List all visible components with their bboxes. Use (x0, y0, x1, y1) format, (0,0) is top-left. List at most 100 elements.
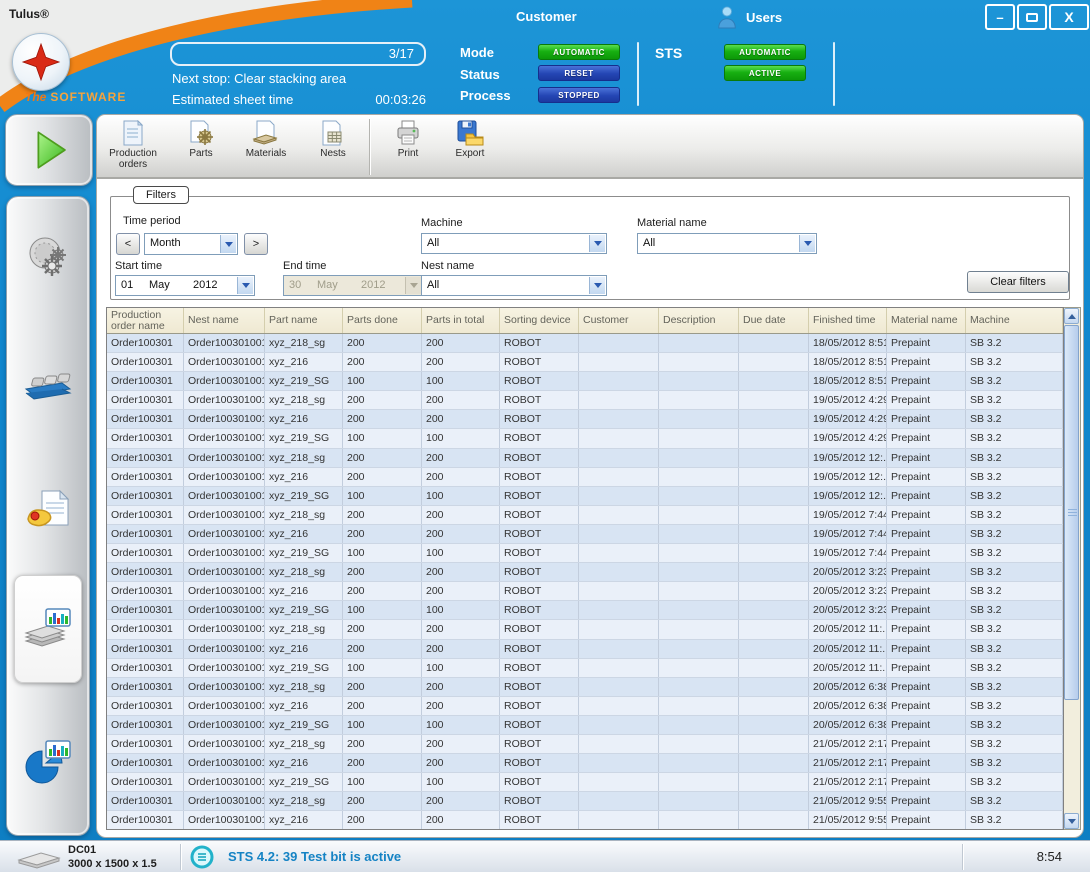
table-row[interactable]: Order100301Order100301001xyz_218_sg20020… (107, 334, 1063, 353)
table-row[interactable]: Order100301Order100301001xyz_216200200RO… (107, 410, 1063, 429)
table-row[interactable]: Order100301Order100301001xyz_216200200RO… (107, 640, 1063, 659)
table-row[interactable]: Order100301Order100301001xyz_218_sg20020… (107, 792, 1063, 811)
scroll-down-button[interactable] (1064, 813, 1079, 829)
table-row[interactable]: Order100301Order100301001xyz_218_sg20020… (107, 735, 1063, 754)
material-name-select[interactable]: All (637, 233, 817, 254)
sidebar-start-button[interactable] (5, 114, 93, 186)
table-row[interactable]: Order100301Order100301001xyz_219_SG10010… (107, 429, 1063, 448)
column-header[interactable]: Production order name (107, 308, 184, 333)
table-row[interactable]: Order100301Order100301001xyz_219_SG10010… (107, 659, 1063, 678)
table-row[interactable]: Order100301Order100301001xyz_216200200RO… (107, 582, 1063, 601)
table-cell: Order100301001 (184, 563, 265, 581)
sidebar-item-tooling[interactable] (25, 233, 71, 284)
column-header[interactable]: Material name (887, 308, 966, 333)
table-row[interactable]: Order100301Order100301001xyz_218_sg20020… (107, 449, 1063, 468)
table-cell (659, 754, 739, 772)
column-header[interactable]: Parts done (343, 308, 422, 333)
period-next-button[interactable]: > (244, 233, 268, 255)
table-cell (659, 544, 739, 562)
table-cell: xyz_218_sg (265, 678, 343, 696)
table-row[interactable]: Order100301Order100301001xyz_219_SG10010… (107, 372, 1063, 391)
table-row[interactable]: Order100301Order100301001xyz_216200200RO… (107, 811, 1063, 830)
table-row[interactable]: Order100301Order100301001xyz_219_SG10010… (107, 601, 1063, 620)
table-cell: Order100301001 (184, 754, 265, 772)
close-button[interactable]: X (1049, 4, 1089, 30)
time-period-select[interactable]: Month (144, 233, 238, 255)
table-cell: Prepaint (887, 601, 966, 619)
table-row[interactable]: Order100301Order100301001xyz_218_sg20020… (107, 506, 1063, 525)
vertical-scrollbar[interactable] (1064, 307, 1081, 830)
production-orders-icon (121, 120, 145, 146)
table-row[interactable]: Order100301Order100301001xyz_216200200RO… (107, 697, 1063, 716)
table-cell: 20/05/2012 11:... (809, 620, 887, 638)
print-button[interactable]: Print (375, 120, 441, 174)
table-row[interactable]: Order100301Order100301001xyz_219_SG10010… (107, 773, 1063, 792)
start-time-select[interactable]: 01 May 2012 (115, 275, 255, 296)
table-row[interactable]: Order100301Order100301001xyz_216200200RO… (107, 468, 1063, 487)
table-cell: Prepaint (887, 640, 966, 658)
clear-filters-button[interactable]: Clear filters (967, 271, 1069, 293)
table-row[interactable]: Order100301Order100301001xyz_216200200RO… (107, 353, 1063, 372)
table-cell: 19/05/2012 7:44 (809, 506, 887, 524)
scroll-up-button[interactable] (1064, 308, 1079, 324)
table-cell (659, 773, 739, 791)
column-header[interactable]: Part name (265, 308, 343, 333)
production-orders-button[interactable]: Production orders (100, 120, 166, 174)
maximize-button[interactable] (1017, 4, 1047, 30)
machine-select[interactable]: All (421, 233, 607, 254)
table-cell (659, 334, 739, 352)
table-cell: SB 3.2 (966, 620, 1063, 638)
column-header[interactable]: Nest name (184, 308, 265, 333)
sidebar-item-machine-table[interactable] (22, 365, 74, 406)
sidebar-item-production-reports[interactable] (14, 575, 82, 683)
column-header[interactable]: Machine (966, 308, 1063, 333)
scrollbar-thumb[interactable] (1064, 325, 1079, 700)
table-row[interactable]: Order100301Order100301001xyz_218_sg20020… (107, 678, 1063, 697)
export-button[interactable]: Export (437, 120, 503, 174)
table-row[interactable]: Order100301Order100301001xyz_219_SG10010… (107, 487, 1063, 506)
table-cell: 20/05/2012 6:38 (809, 716, 887, 734)
statusbar-separator (962, 844, 963, 870)
table-cell (739, 525, 809, 543)
table-cell (579, 640, 659, 658)
table-cell (659, 410, 739, 428)
sidebar-item-manual-sorting[interactable] (26, 489, 70, 540)
sheet-progress-bar: 3/17 (170, 42, 426, 66)
table-cell: 100 (422, 544, 500, 562)
table-cell (659, 506, 739, 524)
materials-button[interactable]: Materials (233, 120, 299, 174)
parts-button[interactable]: Parts (168, 120, 234, 174)
minimize-button[interactable]: – (985, 4, 1015, 30)
column-header[interactable]: Parts in total (422, 308, 500, 333)
nest-name-select[interactable]: All (421, 275, 607, 296)
column-header[interactable]: Customer (579, 308, 659, 333)
users-area[interactable]: Users (716, 5, 782, 29)
table-row[interactable]: Order100301Order100301001xyz_219_SG10010… (107, 544, 1063, 563)
column-header[interactable]: Due date (739, 308, 809, 333)
sidebar-item-statistics[interactable] (22, 739, 74, 792)
table-row[interactable]: Order100301Order100301001xyz_218_sg20020… (107, 563, 1063, 582)
table-cell: ROBOT (500, 391, 579, 409)
sheet-size: 3000 x 1500 x 1.5 (68, 857, 157, 871)
table-cell (579, 353, 659, 371)
nests-button[interactable]: Nests (300, 120, 366, 174)
table-row[interactable]: Order100301Order100301001xyz_216200200RO… (107, 525, 1063, 544)
table-row[interactable]: Order100301Order100301001xyz_216200200RO… (107, 754, 1063, 773)
table-cell: ROBOT (500, 449, 579, 467)
period-prev-button[interactable]: < (116, 233, 140, 255)
table-cell (579, 697, 659, 715)
table-cell: ROBOT (500, 506, 579, 524)
table-cell (579, 525, 659, 543)
table-cell: Prepaint (887, 735, 966, 753)
column-header[interactable]: Description (659, 308, 739, 333)
column-header[interactable]: Sorting device (500, 308, 579, 333)
table-cell (579, 620, 659, 638)
table-cell: SB 3.2 (966, 640, 1063, 658)
table-row[interactable]: Order100301Order100301001xyz_218_sg20020… (107, 391, 1063, 410)
sts-label: STS (655, 45, 682, 61)
play-icon (26, 125, 72, 175)
table-cell: 20/05/2012 11:... (809, 659, 887, 677)
column-header[interactable]: Finished time (809, 308, 887, 333)
table-row[interactable]: Order100301Order100301001xyz_218_sg20020… (107, 620, 1063, 639)
table-row[interactable]: Order100301Order100301001xyz_219_SG10010… (107, 716, 1063, 735)
